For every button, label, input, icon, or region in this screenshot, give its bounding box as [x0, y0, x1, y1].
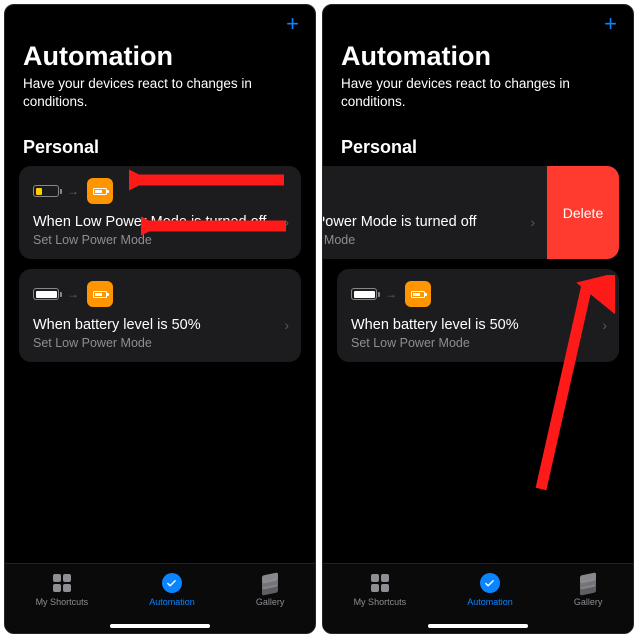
- delete-label: Delete: [563, 205, 603, 221]
- page-subtitle: Have your devices react to changes in co…: [341, 75, 615, 111]
- tab-gallery[interactable]: Gallery: [574, 572, 603, 607]
- battery-full-icon: [33, 288, 59, 300]
- automation-card[interactable]: → When battery level is 50% › Set Low Po…: [19, 269, 301, 362]
- tab-label: Automation: [467, 597, 513, 607]
- tab-label: My Shortcuts: [36, 597, 89, 607]
- tab-my-shortcuts[interactable]: My Shortcuts: [354, 572, 407, 607]
- delete-button[interactable]: Delete: [547, 166, 619, 259]
- arrow-right-icon: →: [67, 287, 79, 301]
- automation-subtitle: Set Low Power Mode: [351, 336, 607, 350]
- home-indicator[interactable]: [428, 624, 528, 628]
- battery-full-icon: [351, 288, 377, 300]
- automation-title: When Low Power Mode is turned off: [33, 214, 266, 230]
- automation-subtitle: Set Low Power Mode: [33, 336, 289, 350]
- automation-icon: [479, 572, 501, 594]
- nav-bar: +: [5, 5, 315, 35]
- add-icon[interactable]: +: [604, 13, 617, 35]
- header: Automation Have your devices react to ch…: [323, 35, 633, 115]
- tab-bar: My Shortcuts Automation Gallery: [323, 563, 633, 633]
- tab-label: Gallery: [574, 597, 603, 607]
- tab-label: My Shortcuts: [354, 597, 407, 607]
- tab-my-shortcuts[interactable]: My Shortcuts: [36, 572, 89, 607]
- automation-subtitle: Set Low Power Mode: [33, 233, 289, 247]
- automation-icon: [161, 572, 183, 594]
- automation-card[interactable]: Low Power Mode is turned off › Power Mod…: [322, 166, 547, 259]
- header: Automation Have your devices react to ch…: [5, 35, 315, 115]
- section-label-personal: Personal: [323, 115, 633, 166]
- low-power-mode-icon: [87, 281, 113, 307]
- trigger-icon-row: →: [33, 281, 289, 307]
- chevron-right-icon: ›: [278, 317, 289, 333]
- gallery-icon: [259, 572, 281, 594]
- page-subtitle: Have your devices react to changes in co…: [23, 75, 297, 111]
- automation-subtitle: Power Mode: [322, 233, 535, 247]
- add-icon[interactable]: +: [286, 13, 299, 35]
- automation-title: Low Power Mode is turned off: [322, 214, 477, 230]
- trigger-icon-row: →: [351, 281, 607, 307]
- grid-icon: [51, 572, 73, 594]
- battery-low-icon: [33, 185, 59, 197]
- arrow-right-icon: →: [385, 287, 397, 301]
- page-title: Automation: [341, 41, 615, 72]
- tab-label: Gallery: [256, 597, 285, 607]
- nav-bar: +: [323, 5, 633, 35]
- tab-bar: My Shortcuts Automation Gallery: [5, 563, 315, 633]
- trigger-icon-row: [322, 178, 535, 204]
- automation-card-swiped[interactable]: Low Power Mode is turned off › Power Mod…: [323, 166, 619, 259]
- phone-screenshot-right: + Automation Have your devices react to …: [322, 4, 634, 634]
- low-power-mode-icon: [87, 178, 113, 204]
- chevron-right-icon: ›: [278, 214, 289, 230]
- tab-label: Automation: [149, 597, 195, 607]
- chevron-right-icon: ›: [596, 317, 607, 333]
- automation-card[interactable]: → When battery level is 50% › Set Low Po…: [337, 269, 619, 362]
- grid-icon: [369, 572, 391, 594]
- low-power-mode-icon: [405, 281, 431, 307]
- trigger-icon-row: →: [33, 178, 289, 204]
- home-indicator[interactable]: [110, 624, 210, 628]
- gallery-icon: [577, 572, 599, 594]
- tab-gallery[interactable]: Gallery: [256, 572, 285, 607]
- arrow-right-icon: →: [67, 184, 79, 198]
- automation-card[interactable]: → When Low Power Mode is turned off › Se…: [19, 166, 301, 259]
- automation-title: When battery level is 50%: [33, 317, 201, 333]
- automation-title: When battery level is 50%: [351, 317, 519, 333]
- chevron-right-icon: ›: [524, 214, 535, 230]
- section-label-personal: Personal: [5, 115, 315, 166]
- page-title: Automation: [23, 41, 297, 72]
- tab-automation[interactable]: Automation: [467, 572, 513, 607]
- phone-screenshot-left: + Automation Have your devices react to …: [4, 4, 316, 634]
- tab-automation[interactable]: Automation: [149, 572, 195, 607]
